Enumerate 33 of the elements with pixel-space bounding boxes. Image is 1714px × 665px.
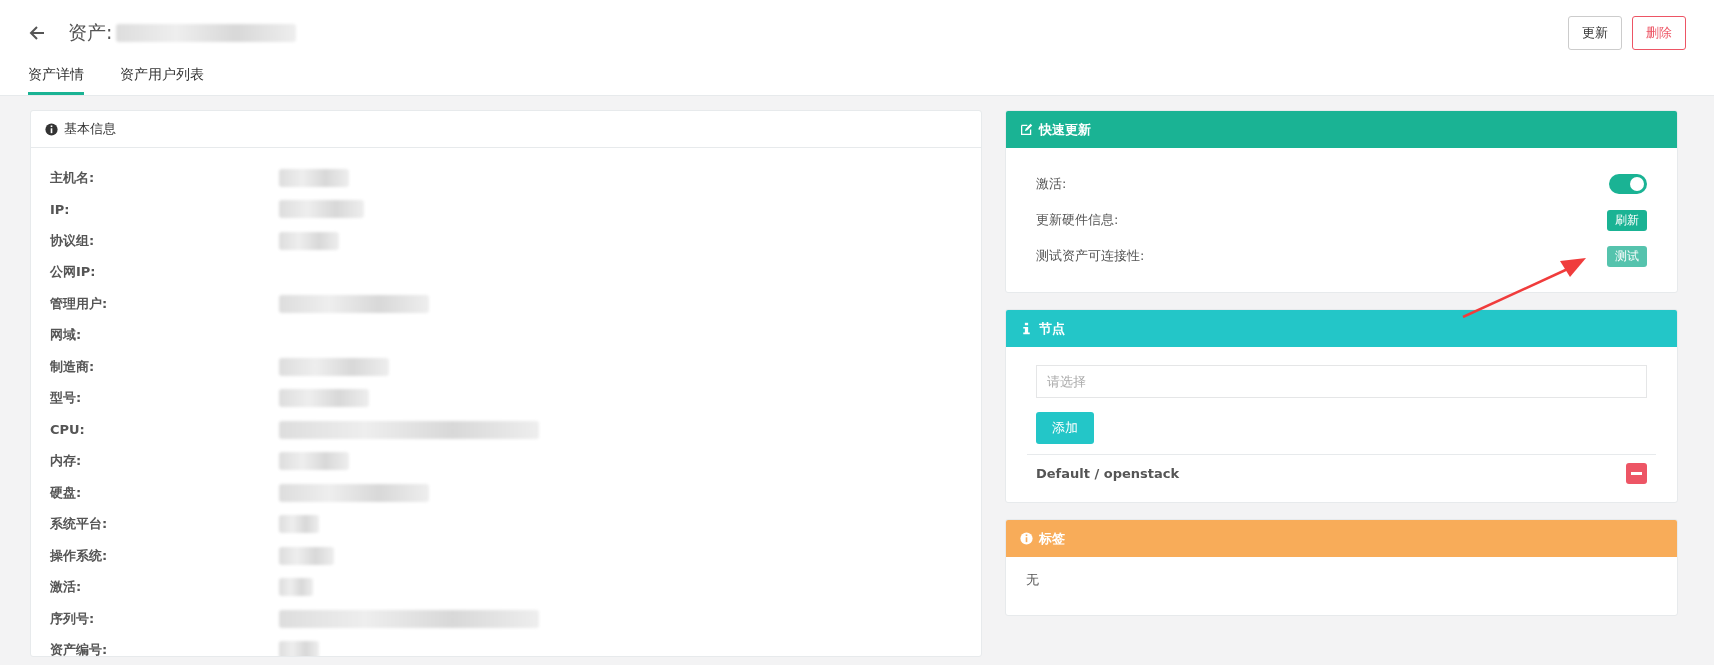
field-label: IP:	[50, 201, 71, 217]
empty-text: 无	[1025, 571, 1040, 589]
setting-label: 测试资产可连接性:	[1036, 247, 1145, 265]
field-label: 管理用户:	[50, 294, 109, 313]
node-select-field[interactable]: 请选择	[1036, 365, 1647, 398]
field-label: 制造商:	[50, 357, 96, 376]
setting-label: 激活:	[1036, 175, 1067, 193]
add-button[interactable]: 添加	[1036, 412, 1094, 444]
field-label: 资产编号:	[50, 641, 109, 656]
field-label: 序列号:	[50, 609, 96, 628]
field-label: 激活:	[50, 578, 83, 597]
field-label: 协议组:	[50, 231, 96, 250]
panel-title: 标签	[1039, 529, 1065, 548]
tab[interactable]: 资产用户列表	[120, 66, 204, 95]
field-label: 内存:	[50, 452, 83, 471]
setting-label: 更新硬件信息:	[1036, 211, 1119, 229]
page-title: 资产:	[68, 20, 113, 45]
action-button[interactable]: 刷新	[1607, 209, 1647, 231]
tab[interactable]: 资产详情	[28, 66, 84, 95]
field-label: 型号:	[50, 389, 83, 408]
panel-title: 快速更新	[1039, 120, 1091, 139]
field-label: 系统平台:	[50, 515, 109, 534]
field-label: 操作系统:	[50, 546, 109, 565]
panel-title: 基本信息	[64, 120, 116, 138]
delete-button[interactable]: 删除	[1632, 16, 1686, 50]
update-button[interactable]: 更新	[1568, 16, 1622, 50]
node-name: Default / openstack	[1036, 466, 1180, 481]
field-label: CPU:	[50, 422, 86, 438]
field-label: 硬盘:	[50, 483, 83, 502]
field-label: 主机名:	[50, 168, 96, 187]
field-label: 网域:	[50, 326, 83, 345]
field-label: 公网IP:	[50, 263, 97, 282]
panel-title: 节点	[1039, 319, 1065, 338]
